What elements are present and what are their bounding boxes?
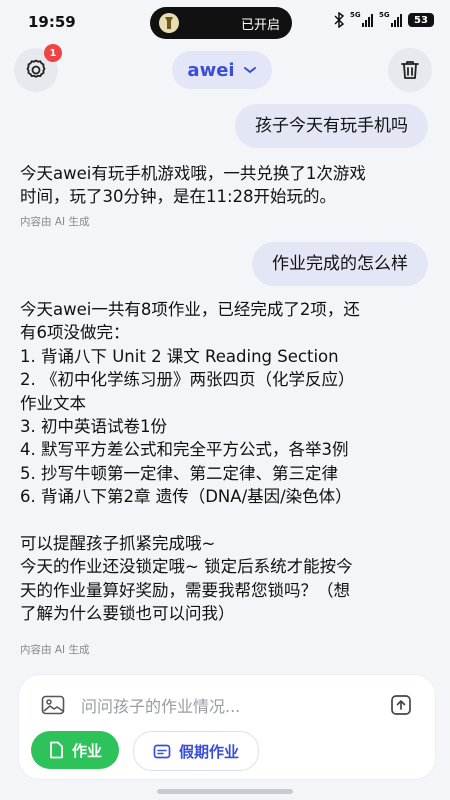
trash-icon	[401, 61, 419, 79]
ai-generated-note: 内容由 AI 生成	[20, 216, 90, 228]
question-input[interactable]	[79, 689, 383, 723]
user-message-text: 孩子今天有玩手机吗	[255, 116, 408, 136]
user-message-bubble: 孩子今天有玩手机吗	[235, 104, 428, 148]
network-type-1: 5G	[350, 11, 361, 19]
upload-icon	[391, 695, 411, 715]
settings-button[interactable]: 1	[14, 44, 62, 92]
island-label: 已开启	[240, 18, 280, 33]
battery-icon: 53	[408, 13, 434, 27]
gear-icon	[26, 59, 46, 78]
delete-chat-button[interactable]	[388, 48, 432, 92]
ai-generated-note: 内容由 AI 生成	[20, 644, 90, 656]
holiday-homework-chip-label: 假期作业	[178, 742, 239, 761]
share-upload-button[interactable]	[383, 687, 419, 723]
image-upload-icon[interactable]	[41, 695, 65, 715]
status-time: 19:59	[28, 13, 76, 31]
network-type-2: 5G	[379, 11, 390, 19]
bluetooth-icon	[334, 12, 344, 28]
child-name: awei	[187, 59, 235, 81]
ai-response-text: 今天awei有玩手机游戏哦，一共兑换了1次游戏 时间，玩了30分钟，是在11:2…	[20, 164, 366, 207]
calendar-icon	[153, 744, 171, 759]
header: 1 awei	[0, 44, 450, 96]
homework-chip[interactable]: 作业	[31, 731, 119, 769]
document-icon	[50, 741, 63, 759]
notification-badge: 1	[44, 44, 62, 62]
input-panel: 作业 假期作业	[18, 674, 436, 780]
user-message-text: 作业完成的怎么样	[272, 254, 408, 274]
user-message-bubble: 作业完成的怎么样	[252, 242, 428, 286]
homework-chip-label: 作业	[71, 741, 102, 760]
chat-area[interactable]: 孩子今天有玩手机吗 今天awei有玩手机游戏哦，一共兑换了1次游戏 时间，玩了3…	[0, 96, 450, 666]
status-icons: 5G 5G 53	[334, 11, 434, 28]
dynamic-island[interactable]: 已开启	[150, 7, 292, 39]
signal-2-icon: 5G	[379, 11, 402, 27]
home-indicator[interactable]	[157, 789, 293, 794]
flashlight-icon	[159, 13, 179, 33]
child-selector[interactable]: awei	[172, 51, 272, 89]
status-bar: 19:59 已开启 5G 5G 53	[0, 0, 450, 46]
chevron-down-icon	[243, 67, 256, 74]
signal-1-icon: 5G	[350, 11, 373, 27]
holiday-homework-chip[interactable]: 假期作业	[133, 731, 259, 771]
ai-response-text: 今天awei一共有8项作业，已经完成了2项，还 有6项没做完： 1. 背诵八下 …	[20, 300, 360, 624]
